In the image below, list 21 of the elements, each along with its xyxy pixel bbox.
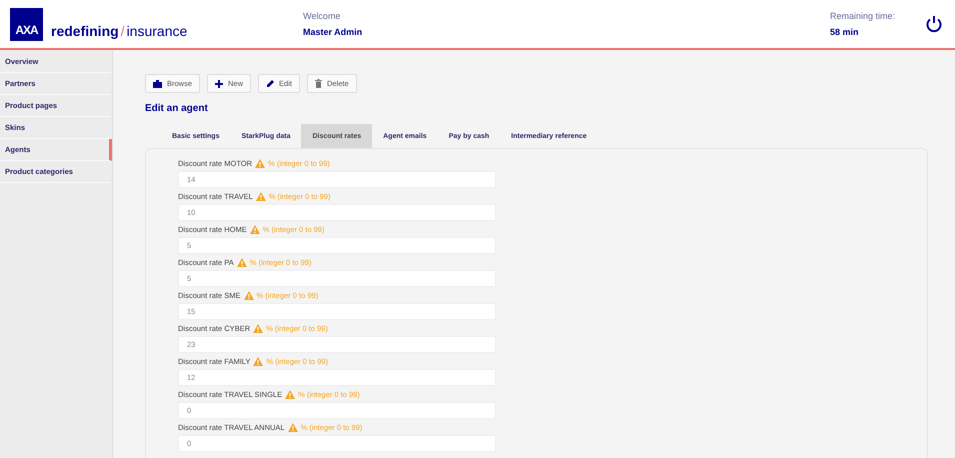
warning-icon [255, 158, 266, 168]
trash-icon [314, 79, 322, 88]
warning-icon [236, 258, 247, 266]
warning-icon [285, 390, 296, 398]
warning-icon [253, 324, 264, 332]
warning-icon [256, 192, 266, 200]
warning-icon [244, 290, 254, 300]
page-heading: Edit an agent [145, 103, 209, 114]
plus-icon [215, 80, 224, 88]
user-name: Master Admin [303, 27, 362, 37]
power-icon[interactable] [925, 15, 943, 33]
briefcase-icon [153, 80, 162, 88]
warning-icon [250, 224, 260, 234]
tagline: redefining/insurance [51, 23, 188, 39]
welcome-text: Welcome [303, 11, 342, 21]
pencil-icon [266, 80, 274, 88]
remaining-time-label: Remaining time: [830, 11, 895, 21]
logo: AXA [10, 8, 43, 40]
warning-icon [288, 422, 298, 432]
remaining-time-value: 58 min [830, 27, 860, 37]
warning-icon [253, 356, 264, 366]
